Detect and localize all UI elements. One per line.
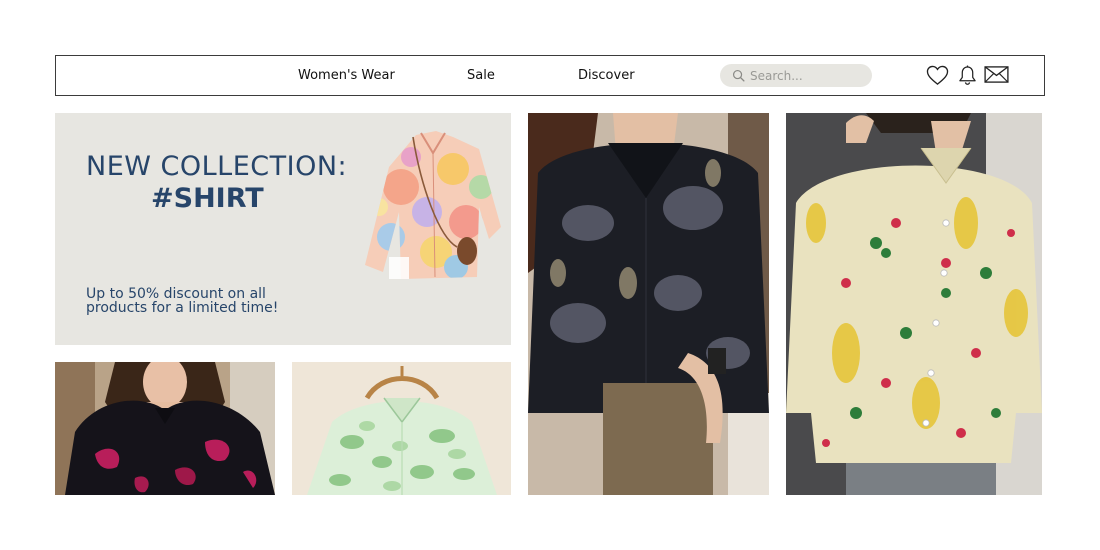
nav-discover[interactable]: Discover xyxy=(578,68,635,83)
banner-hashtag: #SHIRT xyxy=(151,183,264,214)
navy-floral-shirt-image xyxy=(528,113,769,495)
heart-icon[interactable] xyxy=(926,65,949,86)
nav-womens-wear[interactable]: Women's Wear xyxy=(298,68,395,83)
promo-banner[interactable]: NEW COLLECTION: #SHIRT Up to 50% discoun… xyxy=(55,113,511,345)
product-tile-black-floral-shirt[interactable] xyxy=(55,362,275,495)
bell-icon[interactable] xyxy=(958,65,977,86)
yellow-floral-shirt-image xyxy=(786,113,1042,495)
banner-title: NEW COLLECTION: xyxy=(86,151,348,182)
green-leaf-shirt-image xyxy=(292,362,511,495)
product-tile-green-leaf-shirt[interactable] xyxy=(292,362,511,495)
black-floral-shirt-image xyxy=(55,362,275,495)
product-tile-navy-floral-shirt[interactable] xyxy=(528,113,769,495)
top-navbar: Women's Wear Sale Discover xyxy=(55,55,1045,96)
nav-sale[interactable]: Sale xyxy=(467,68,495,83)
search-icon xyxy=(732,69,745,82)
mail-icon[interactable] xyxy=(984,65,1009,84)
search-input[interactable] xyxy=(750,68,860,83)
product-tile-yellow-floral-shirt[interactable] xyxy=(786,113,1042,495)
pastel-shirt-image xyxy=(365,131,501,279)
banner-subtitle: Up to 50% discount on all products for a… xyxy=(86,286,279,316)
search-bar[interactable] xyxy=(720,64,872,87)
